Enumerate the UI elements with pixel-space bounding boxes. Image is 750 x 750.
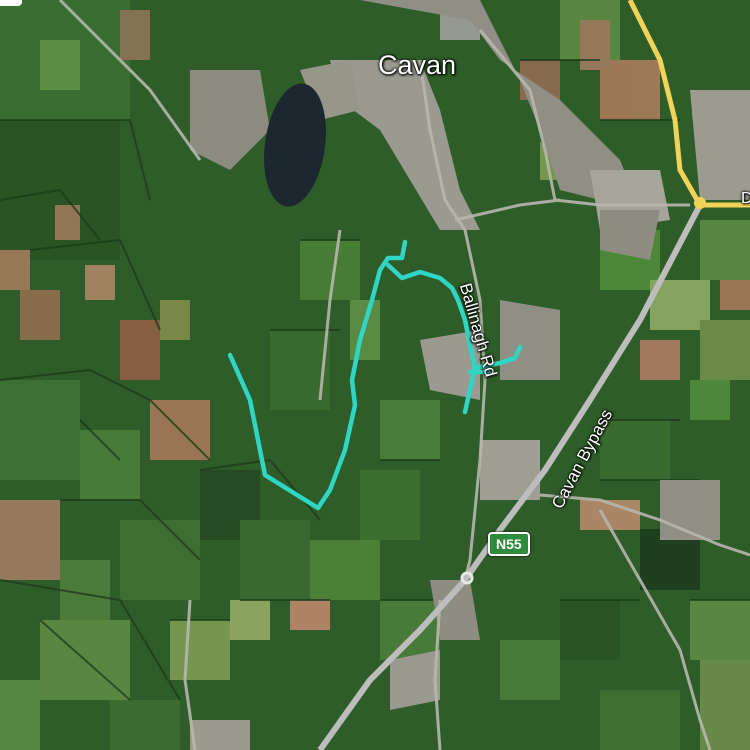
- n55-route-shield: N55: [488, 532, 530, 556]
- map-imagery: [0, 0, 750, 750]
- satellite-map[interactable]: Cavan Ballinagh Rd Cavan Bypass D N55: [0, 0, 750, 750]
- corner-tab: [0, 0, 22, 6]
- edge-partial-label: D: [741, 190, 750, 207]
- town-label: Cavan: [378, 50, 457, 80]
